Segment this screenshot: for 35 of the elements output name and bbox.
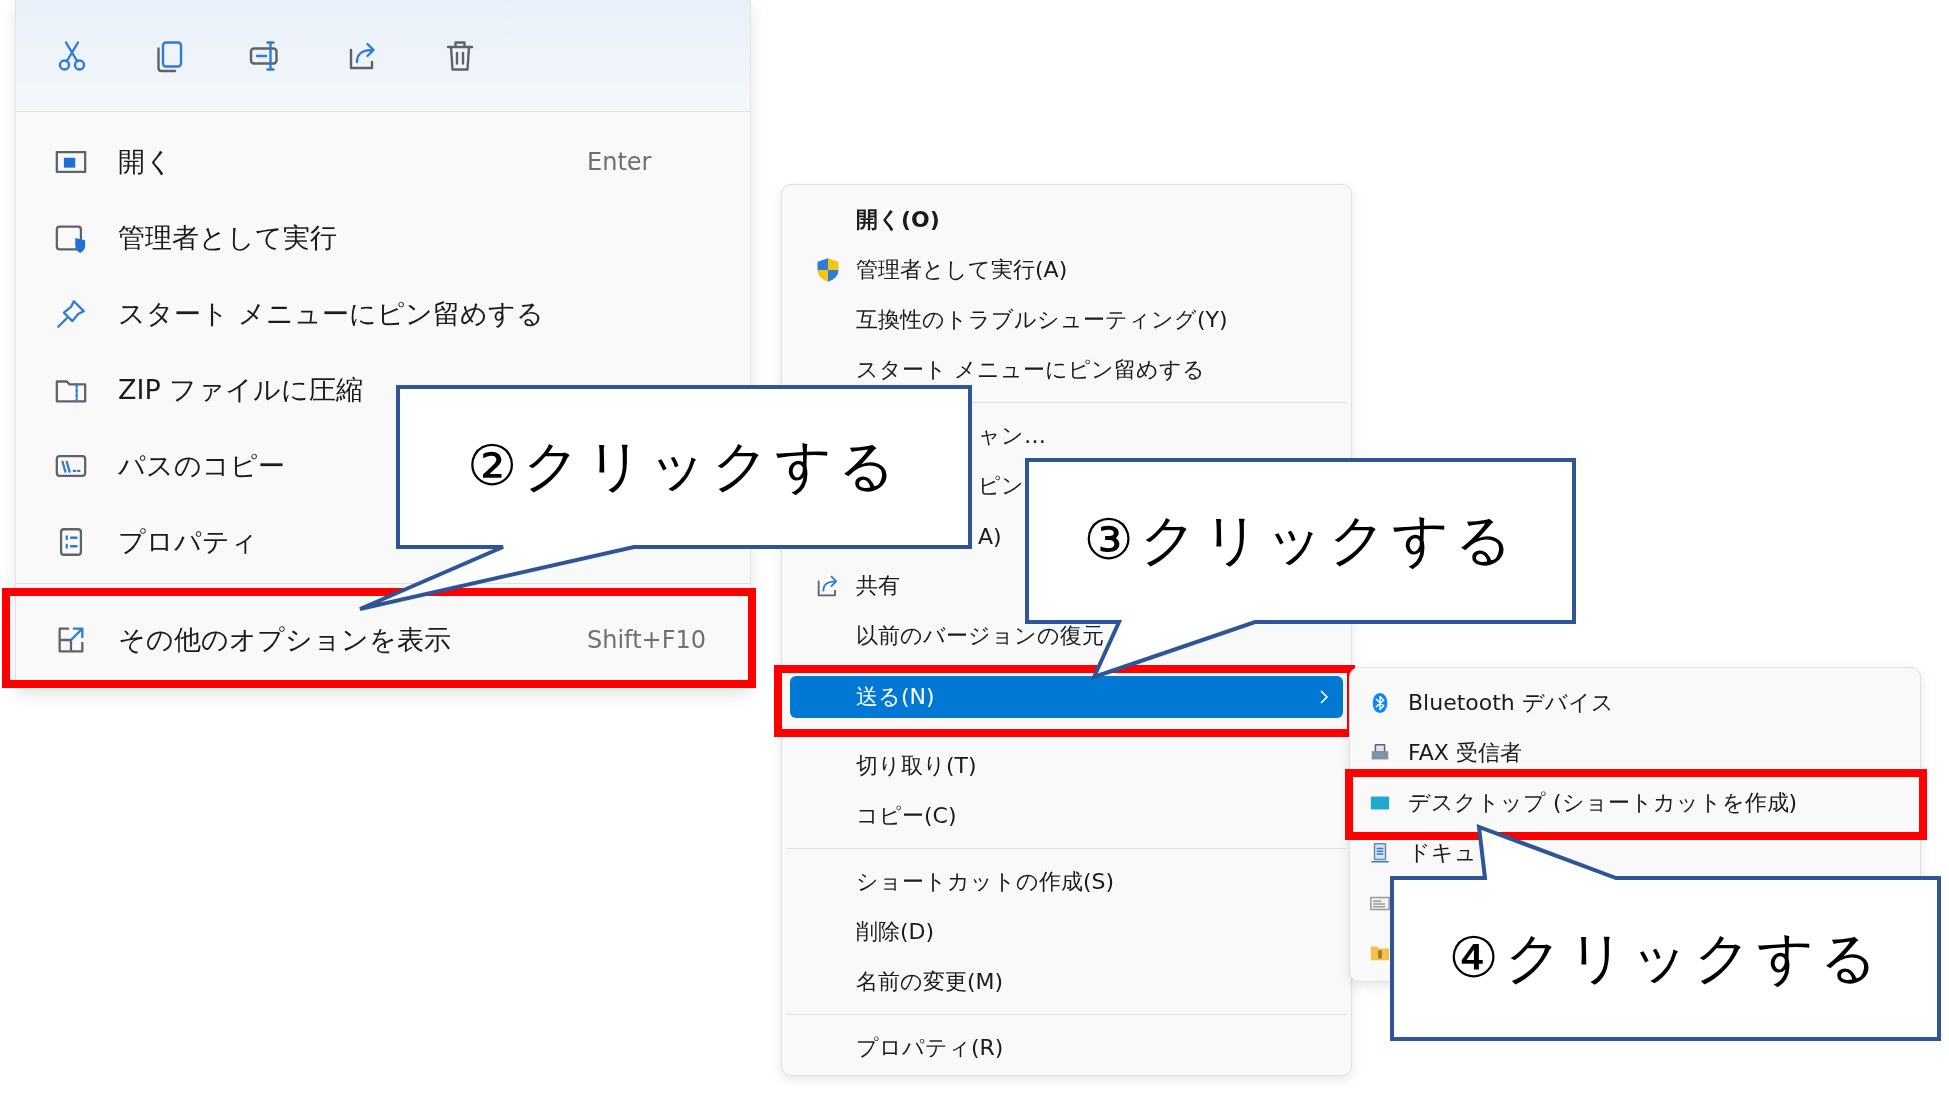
document-icon[interactable]: [1369, 842, 1391, 864]
menu-item[interactable]: パスのコピー: [118, 448, 285, 484]
callout-text: ④クリックする: [1448, 923, 1883, 992]
menu-item[interactable]: コピー(C): [856, 801, 957, 831]
menu-item[interactable]: プロパティ: [118, 524, 258, 560]
menu-item[interactable]: ZIP ファイルに圧縮: [118, 372, 364, 408]
menu-item[interactable]: 共有: [856, 571, 900, 601]
callout-text: ③クリックする: [1083, 506, 1518, 574]
menu-item[interactable]: 名前の変更(M): [856, 967, 1004, 997]
callout-text: ②クリックする: [466, 432, 902, 500]
shortcut-text: Enter: [587, 148, 653, 176]
chevron-icon: [1319, 689, 1329, 705]
menu-item[interactable]: FAX 受信者: [1408, 738, 1522, 768]
menu-item[interactable]: スタート メニューにピン留めする: [118, 296, 544, 332]
menu-item[interactable]: スタート メニューにピン留めする: [856, 355, 1205, 385]
menu-item[interactable]: A): [978, 523, 1002, 549]
menu-item[interactable]: ショートカットの作成(S): [856, 867, 1115, 897]
menu-item[interactable]: 以前のバージョンの復元: [856, 621, 1104, 651]
menu-item[interactable]: 削除(D): [856, 917, 935, 947]
menu-item[interactable]: 送る(N): [856, 682, 935, 712]
menu-item[interactable]: 管理者として実行(A): [856, 255, 1068, 285]
menu-item[interactable]: 互換性のトラブルシューティング(Y): [856, 305, 1228, 335]
menu-item[interactable]: その他のオプションを表示: [118, 622, 451, 658]
menu-item[interactable]: ピン: [978, 471, 1024, 501]
menu-item[interactable]: 切り取り(T): [856, 751, 977, 781]
menu-item[interactable]: ドキュ: [1408, 838, 1477, 868]
menu-item[interactable]: ャン…: [978, 421, 1046, 451]
pin-icon: [54, 297, 88, 331]
shortcut-text: Shift+F10: [587, 626, 707, 654]
menu-item[interactable]: 開く(O): [856, 205, 940, 235]
menu-item[interactable]: 開く: [118, 144, 173, 180]
menu-item[interactable]: Bluetooth デバイス: [1408, 688, 1614, 718]
menu-item[interactable]: 管理者として実行: [118, 220, 337, 256]
menu-item[interactable]: デスクトップ (ショートカットを作成): [1408, 788, 1798, 818]
menu-item[interactable]: プロパティ(R): [856, 1033, 1004, 1063]
